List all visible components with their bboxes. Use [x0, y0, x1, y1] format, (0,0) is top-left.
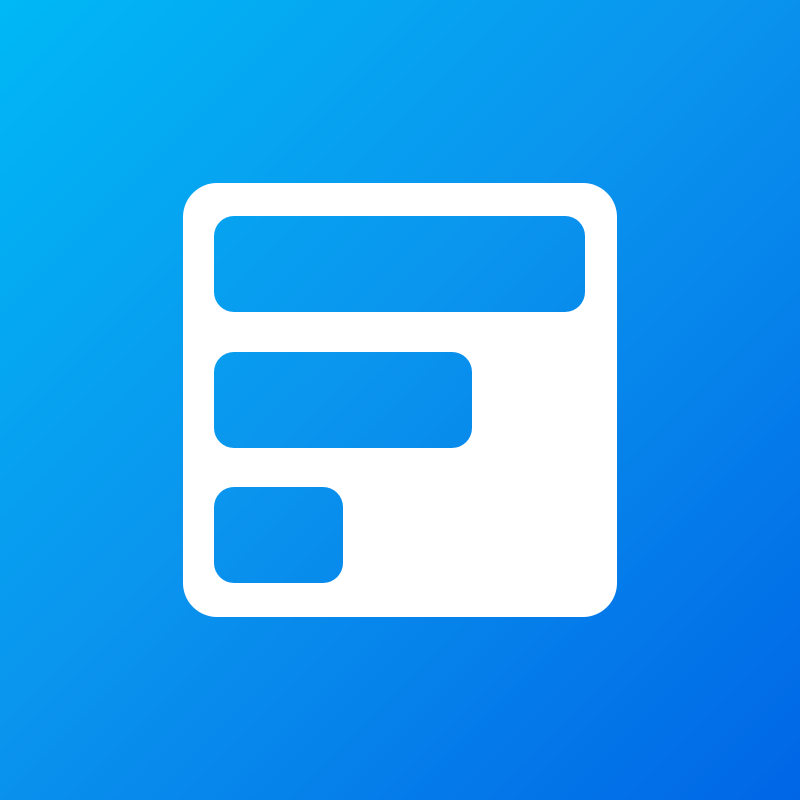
app-icon-background — [0, 0, 800, 800]
layout-list-icon — [0, 0, 800, 800]
icon-frame — [0, 0, 800, 800]
